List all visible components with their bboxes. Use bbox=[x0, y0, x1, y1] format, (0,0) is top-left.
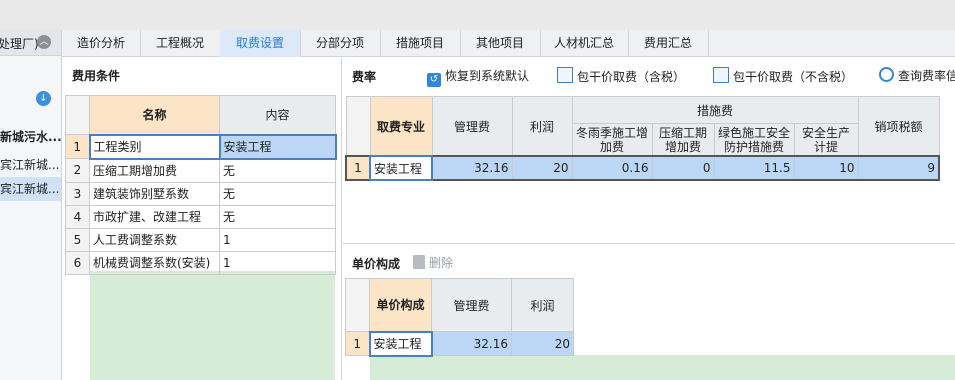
cell-winter-rain[interactable]: 0.16 bbox=[571, 155, 653, 181]
header-safety-production: 安全生产计提 bbox=[793, 123, 859, 157]
cell-compressed-schedule[interactable]: 0 bbox=[651, 155, 715, 181]
header-management-fee: 管理费 bbox=[431, 278, 512, 332]
tab-cost-analysis[interactable]: 造价分析 bbox=[62, 30, 141, 57]
tab-measure-items[interactable]: 措施项目 bbox=[380, 30, 461, 57]
sidebar-header-label: 处理厂) bbox=[0, 37, 39, 51]
table-row[interactable]: 1 安装工程 32.16 20 bbox=[345, 330, 574, 357]
tab-other-items[interactable]: 其他项目 bbox=[460, 30, 541, 57]
cell-name[interactable]: 压缩工期增加费 bbox=[89, 158, 220, 183]
row-number: 6 bbox=[65, 250, 90, 275]
tab-fee-summary[interactable]: 费用汇总 bbox=[628, 30, 709, 57]
restore-icon: ↺ bbox=[427, 73, 441, 87]
cell-specialty[interactable]: 安装工程 bbox=[369, 155, 433, 181]
header-measures: 措施费 bbox=[571, 95, 859, 125]
empty-area bbox=[370, 355, 955, 380]
tab-fee-settings[interactable]: 取费设置 bbox=[220, 30, 301, 57]
cell-value[interactable]: 1 bbox=[219, 227, 336, 252]
header-compressed-schedule: 压缩工期增加费 bbox=[651, 123, 715, 157]
project-tree-sidebar: 处理厂) ︿ ↓ 新城污水... 宾江新城... 宾江新城... bbox=[0, 30, 62, 380]
cell-profit[interactable]: 20 bbox=[511, 331, 574, 356]
table-row[interactable]: 3 建筑装饰别墅系数 无 bbox=[65, 181, 336, 206]
header-winter-rain: 冬雨季施工增加费 bbox=[571, 123, 653, 157]
cell-name[interactable]: 人工费调整系数 bbox=[89, 227, 220, 252]
lump-sum-icon bbox=[713, 67, 729, 83]
rates-panel: 费率 ↺ 恢复到系统默认 包干价取费（含税） 包干价取费（不含税） 查询费率信 取… bbox=[343, 58, 955, 244]
header-management-fee: 管理费 bbox=[431, 96, 513, 157]
cell-composition[interactable]: 安装工程 bbox=[368, 330, 433, 357]
sidebar-header: 处理厂) ︿ bbox=[0, 30, 61, 56]
cell-value[interactable]: 安装工程 bbox=[218, 133, 337, 160]
tab-divisional-items[interactable]: 分部分项 bbox=[300, 30, 381, 57]
header-specialty: 取费专业 bbox=[369, 96, 433, 157]
row-number: 1 bbox=[345, 155, 371, 181]
panel-title: 费率 bbox=[352, 70, 377, 84]
table-row[interactable]: 1 工程类别 安装工程 bbox=[65, 133, 337, 160]
corner-cell bbox=[345, 96, 371, 157]
fee-conditions-panel: 费用条件 名称 内容 1 工程类别 安装工程 2 压缩工期增加费 无 3 建筑装… bbox=[63, 58, 342, 380]
header-profit: 利润 bbox=[511, 96, 573, 157]
rates-table: 取费专业 管理费 利润 措施费 销项税额 冬雨季施工增加费 压缩工期增加费 绿色… bbox=[345, 95, 940, 181]
header-name: 名称 bbox=[89, 95, 220, 135]
cell-name[interactable]: 工程类别 bbox=[88, 133, 221, 160]
cell-name[interactable]: 市政扩建、改建工程 bbox=[89, 204, 220, 229]
magnifier-icon bbox=[879, 67, 894, 82]
row-number: 5 bbox=[65, 227, 90, 252]
cell-value[interactable]: 无 bbox=[219, 204, 336, 229]
main-tabs: 造价分析 工程概况 取费设置 分部分项 措施项目 其他项目 人材机汇总 费用汇总 bbox=[62, 30, 955, 57]
query-rate-button[interactable]: 查询费率信 bbox=[879, 67, 955, 84]
corner-cell bbox=[65, 95, 90, 135]
row-number: 4 bbox=[65, 204, 90, 229]
header-green-construction: 绿色施工安全防护措施费 bbox=[713, 123, 795, 157]
row-number: 3 bbox=[65, 181, 90, 206]
cell-green-construction[interactable]: 11.5 bbox=[713, 155, 795, 181]
collapse-up-icon[interactable]: ︿ bbox=[37, 35, 51, 49]
tree-item-project[interactable]: 新城污水... bbox=[0, 125, 61, 149]
tree-item-unit-2[interactable]: 宾江新城... bbox=[0, 177, 61, 201]
fee-conditions-table: 名称 内容 1 工程类别 安装工程 2 压缩工期增加费 无 3 建筑装饰别墅系数… bbox=[65, 95, 337, 275]
lump-sum-excl-tax-button[interactable]: 包干价取费（不含税） bbox=[713, 67, 853, 85]
cell-safety-production[interactable]: 10 bbox=[793, 155, 859, 181]
cell-value[interactable]: 无 bbox=[219, 158, 336, 183]
lump-sum-incl-tax-button[interactable]: 包干价取费（含税） bbox=[557, 67, 685, 85]
header-profit: 利润 bbox=[511, 278, 574, 332]
download-icon[interactable]: ↓ bbox=[36, 91, 51, 106]
cell-value[interactable]: 无 bbox=[219, 181, 336, 206]
tab-project-overview[interactable]: 工程概况 bbox=[140, 30, 221, 57]
cell-value[interactable]: 1 bbox=[219, 250, 336, 275]
title-strip bbox=[0, 0, 955, 30]
delete-button[interactable]: 删除 bbox=[413, 254, 453, 271]
cell-output-tax[interactable]: 9 bbox=[857, 155, 940, 181]
empty-area bbox=[90, 271, 335, 380]
cell-name[interactable]: 建筑装饰别墅系数 bbox=[89, 181, 220, 206]
cell-name[interactable]: 机械费调整系数(安装) bbox=[89, 250, 220, 275]
tab-resource-summary[interactable]: 人材机汇总 bbox=[540, 30, 629, 57]
header-content: 内容 bbox=[219, 95, 336, 135]
row-number: 1 bbox=[65, 134, 90, 159]
header-output-tax: 销项税额 bbox=[857, 96, 940, 157]
row-number: 2 bbox=[65, 158, 90, 183]
header-composition: 单价构成 bbox=[369, 278, 432, 332]
cell-management-fee[interactable]: 32.16 bbox=[431, 331, 512, 356]
lump-sum-icon bbox=[557, 67, 573, 83]
table-row[interactable]: 6 机械费调整系数(安装) 1 bbox=[65, 250, 336, 275]
row-number: 1 bbox=[345, 331, 370, 356]
cell-profit[interactable]: 20 bbox=[511, 155, 573, 181]
panel-title: 费用条件 bbox=[72, 69, 121, 83]
tree-item-unit-1[interactable]: 宾江新城... bbox=[0, 153, 61, 177]
table-row[interactable]: 2 压缩工期增加费 无 bbox=[65, 158, 336, 183]
table-row[interactable]: 1 安装工程 32.16 20 0.16 0 11.5 10 9 bbox=[345, 155, 940, 181]
table-row[interactable]: 4 市政扩建、改建工程 无 bbox=[65, 204, 336, 229]
table-row[interactable]: 5 人工费调整系数 1 bbox=[65, 227, 336, 252]
trash-icon bbox=[413, 255, 425, 269]
corner-cell bbox=[345, 278, 370, 332]
restore-default-button[interactable]: ↺ 恢复到系统默认 bbox=[427, 67, 529, 87]
unit-price-panel: 单价构成 删除 单价构成 管理费 利润 1 安装工程 32.16 20 bbox=[343, 245, 955, 380]
panel-title: 单价构成 bbox=[352, 257, 401, 271]
cell-management-fee[interactable]: 32.16 bbox=[431, 155, 513, 181]
unit-price-table: 单价构成 管理费 利润 1 安装工程 32.16 20 bbox=[345, 278, 574, 357]
